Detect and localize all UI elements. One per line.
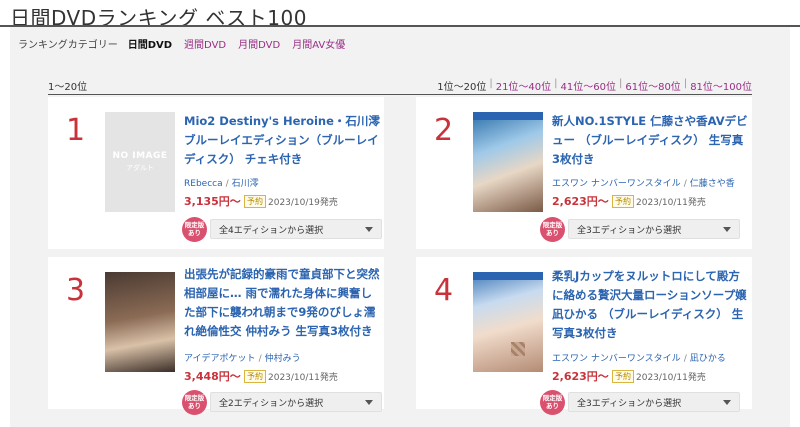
edition-select[interactable]: 全3エディションから選択 (568, 392, 740, 412)
product-title-link[interactable]: 柔乳Jカップをヌルットロにして殿方に絡める贅沢大量ローションソープ嬢 凪ひかる … (552, 267, 748, 343)
edition-select-value: 全4エディションから選択 (219, 225, 324, 236)
limited-edition-badge: 限定版 あり (182, 217, 207, 242)
release-date: 2023/10/11発売 (636, 373, 706, 383)
pager-61-80[interactable]: 61位〜80位 (625, 78, 680, 93)
no-image-sublabel: アダルト (126, 164, 154, 172)
limited-edition-line2: あり (546, 402, 559, 410)
limited-edition-line2: あり (188, 229, 201, 237)
pager-1-20[interactable]: 1位〜20位 (437, 78, 486, 93)
pager-separator: | (618, 78, 623, 89)
category-daily-dvd[interactable]: 日間DVD (128, 36, 172, 51)
product-thumbnail[interactable]: NO IMAGE アダルト (105, 112, 175, 212)
product-title-link[interactable]: 新人NO.1STYLE 仁藤さや香AVデビュー （ブルーレイディスク） 生写真3… (552, 112, 748, 169)
meta-separator: / (683, 354, 687, 364)
release-date: 2023/10/11発売 (268, 373, 338, 383)
product-meta: アイデアポケット / 仲村みう (184, 351, 301, 364)
maker-link[interactable]: REbecca (184, 179, 223, 189)
category-monthly-actress[interactable]: 月間AV女優 (292, 36, 345, 51)
actress-link[interactable]: 仁藤さや香 (690, 179, 735, 189)
preorder-badge: 予約 (612, 370, 634, 383)
limited-edition-line1: 限定版 (184, 394, 205, 402)
maker-link[interactable]: エスワン ナンバーワンスタイル (552, 179, 681, 189)
no-image-label: NO IMAGE (112, 151, 168, 161)
price: 2,623円〜 (552, 370, 609, 383)
product-thumbnail[interactable] (105, 272, 175, 372)
list-divider (48, 94, 752, 95)
product-meta: エスワン ナンバーワンスタイル / 仁藤さや香 (552, 176, 735, 189)
preorder-badge: 予約 (244, 370, 266, 383)
actress-link[interactable]: 凪ひかる (690, 354, 726, 364)
ranking-card: 4 柔乳Jカップをヌルットロにして殿方に絡める贅沢大量ローションソープ嬢 凪ひか… (416, 257, 752, 415)
actress-link[interactable]: 石川澪 (232, 179, 259, 189)
chevron-down-icon (723, 400, 731, 405)
product-meta: エスワン ナンバーワンスタイル / 凪ひかる (552, 351, 726, 364)
meta-separator: / (225, 179, 229, 189)
preorder-badge: 予約 (244, 195, 266, 208)
product-title-link[interactable]: 出張先が記録的豪雨で童貞部下と突然相部屋に… 雨で濡れた身体に興奮した部下に襲わ… (184, 265, 380, 341)
preorder-badge: 予約 (612, 195, 634, 208)
product-thumbnail[interactable] (473, 272, 543, 372)
rank-pager: 1位〜20位 | 21位〜40位 | 41位〜60位 | 61位〜80位 | 8… (437, 78, 752, 93)
chevron-down-icon (723, 227, 731, 232)
limited-edition-badge: 限定版 あり (540, 217, 565, 242)
limited-edition-badge: 限定版 あり (182, 390, 207, 415)
edition-select-value: 全2エディションから選択 (219, 398, 324, 409)
edition-select[interactable]: 全3エディションから選択 (568, 219, 740, 239)
limited-edition-line2: あり (546, 229, 559, 237)
limited-edition-line1: 限定版 (542, 221, 563, 229)
meta-separator: / (683, 179, 687, 189)
rank-number: 1 (66, 113, 86, 148)
product-meta: REbecca / 石川澪 (184, 176, 259, 189)
maker-link[interactable]: アイデアポケット (184, 354, 256, 364)
edition-select-value: 全3エディションから選択 (577, 398, 682, 409)
price: 3,135円〜 (184, 195, 241, 208)
price: 3,448円〜 (184, 370, 241, 383)
product-thumbnail[interactable] (473, 112, 543, 212)
release-date: 2023/10/19発売 (268, 198, 338, 208)
limited-edition-line1: 限定版 (542, 394, 563, 402)
chevron-down-icon (365, 400, 373, 405)
bluray-stripe (473, 112, 543, 120)
ranking-card: 3 出張先が記録的豪雨で童貞部下と突然相部屋に… 雨で濡れた身体に興奮した部下に… (48, 257, 384, 415)
price: 2,623円〜 (552, 195, 609, 208)
category-bar-label: ランキングカテゴリー (18, 40, 118, 51)
limited-edition-line2: あり (188, 402, 201, 410)
pager-81-100[interactable]: 81位〜100位 (690, 78, 752, 93)
ranking-card: 2 新人NO.1STYLE 仁藤さや香AVデビュー （ブルーレイディスク） 生写… (416, 97, 752, 249)
category-monthly-dvd[interactable]: 月間DVD (238, 36, 280, 51)
edition-select-value: 全3エディションから選択 (577, 225, 682, 236)
limited-edition-badge: 限定版 あり (540, 390, 565, 415)
meta-separator: / (258, 354, 262, 364)
release-date: 2023/10/11発売 (636, 198, 706, 208)
rank-number: 2 (434, 113, 454, 148)
pager-41-60[interactable]: 41位〜60位 (561, 78, 616, 93)
ranking-category-bar: ランキングカテゴリー 日間DVD 週間DVD 月間DVD 月間AV女優 (10, 27, 790, 60)
pager-separator: | (683, 78, 688, 89)
rank-number: 3 (66, 273, 86, 308)
mosaic-patch (511, 342, 525, 356)
edition-select[interactable]: 全2エディションから選択 (210, 392, 382, 412)
bluray-stripe (473, 272, 543, 280)
edition-select[interactable]: 全4エディションから選択 (210, 219, 382, 239)
pager-separator: | (554, 78, 558, 89)
category-weekly-dvd[interactable]: 週間DVD (184, 36, 226, 51)
rank-number: 4 (434, 273, 454, 308)
pager-separator: | (489, 78, 493, 89)
maker-link[interactable]: エスワン ナンバーワンスタイル (552, 354, 681, 364)
ranking-card: 1 NO IMAGE アダルト Mio2 Destiny's Heroine・石… (48, 97, 384, 249)
limited-edition-line1: 限定版 (184, 221, 205, 229)
product-title-link[interactable]: Mio2 Destiny's Heroine・石川澪 ブルーレイエディション（ブ… (184, 112, 380, 169)
chevron-down-icon (365, 227, 373, 232)
actress-link[interactable]: 仲村みう (265, 354, 301, 364)
pager-21-40[interactable]: 21位〜40位 (496, 78, 551, 93)
current-range-label: 1〜20位 (48, 82, 88, 93)
